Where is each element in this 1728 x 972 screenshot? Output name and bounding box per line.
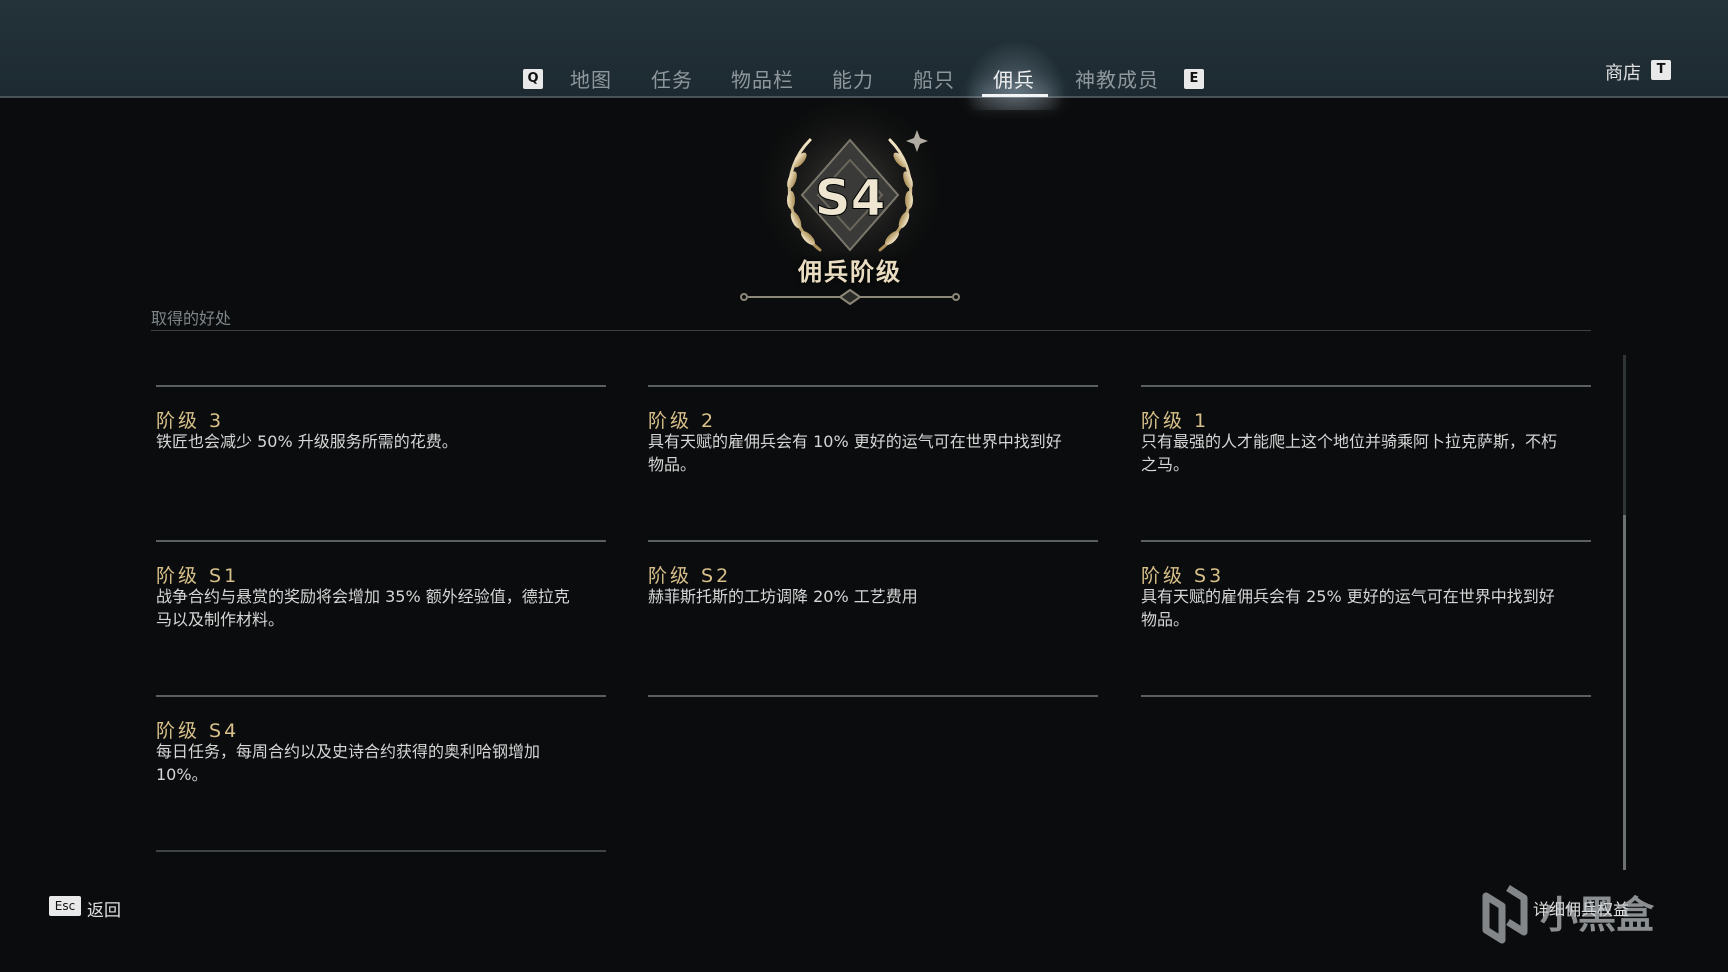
list-bottom-divider bbox=[156, 850, 606, 852]
rank-card: 阶级 3 铁匠也会减少 50% 升级服务所需的花费。 bbox=[156, 385, 606, 540]
tab-ship[interactable]: 船只 bbox=[913, 64, 955, 93]
rank-card: 阶级 1 只有最强的人才能爬上这个地位并骑乘阿卜拉克萨斯，不朽之马。 bbox=[1141, 385, 1591, 540]
rank-title: 阶级 S3 bbox=[1141, 565, 1225, 587]
card-divider bbox=[156, 540, 606, 542]
rank-description: 每日任务，每周合约以及史诗合约获得的奥利哈钢增加 10%。 bbox=[156, 742, 541, 784]
section-label: 取得的好处 bbox=[151, 309, 232, 328]
empty-card-divider bbox=[1141, 695, 1591, 699]
card-divider bbox=[1141, 540, 1591, 542]
tab-inventory[interactable]: 物品栏 bbox=[731, 64, 794, 93]
watermark-text: 小黑盒 bbox=[1540, 893, 1655, 937]
section-divider bbox=[151, 330, 1591, 331]
rank-description: 具有天赋的雇佣兵会有 10% 更好的运气可在世界中找到好物品。 bbox=[648, 432, 1062, 474]
rank-description: 铁匠也会减少 50% 升级服务所需的花费。 bbox=[156, 432, 458, 451]
rank-description: 战争合约与悬赏的奖励将会增加 35% 额外经验值，德拉克马以及制作材料。 bbox=[156, 587, 570, 629]
rank-title: 阶级 S1 bbox=[156, 565, 240, 587]
nav-tabs: 地图 任务 物品栏 能力 船只 佣兵 神教成员 bbox=[0, 64, 1728, 96]
rank-card: 阶级 2 具有天赋的雇佣兵会有 10% 更好的运气可在世界中找到好物品。 bbox=[648, 385, 1098, 540]
rank-card: 阶级 S3 具有天赋的雇佣兵会有 25% 更好的运气可在世界中找到好物品。 bbox=[1141, 540, 1591, 695]
tab-map[interactable]: 地图 bbox=[570, 64, 612, 93]
esc-key[interactable]: Esc bbox=[49, 896, 81, 916]
tab-cult[interactable]: 神教成员 bbox=[1075, 64, 1159, 93]
scrollbar-thumb[interactable] bbox=[1623, 515, 1626, 870]
rank-title: 阶级 S2 bbox=[648, 565, 732, 587]
rank-title: 阶级 S4 bbox=[156, 720, 240, 742]
card-divider bbox=[1141, 385, 1591, 387]
back-button[interactable]: 返回 bbox=[87, 896, 121, 921]
rank-title: 阶级 3 bbox=[156, 410, 225, 432]
watermark-logo: 小黑盒 bbox=[1482, 885, 1655, 944]
empty-card-divider bbox=[648, 695, 1098, 699]
rank-description: 赫菲斯托斯的工坊调降 20% 工艺费用 bbox=[648, 587, 918, 606]
card-divider bbox=[1141, 695, 1591, 697]
tab-abilities[interactable]: 能力 bbox=[832, 64, 874, 93]
rank-description: 具有天赋的雇佣兵会有 25% 更好的运气可在世界中找到好物品。 bbox=[1141, 587, 1555, 629]
tab-quests[interactable]: 任务 bbox=[651, 64, 693, 93]
shop-key[interactable]: T bbox=[1651, 60, 1671, 80]
card-divider bbox=[648, 385, 1098, 387]
rank-card: 阶级 S2 赫菲斯托斯的工坊调降 20% 工艺费用 bbox=[648, 540, 1098, 695]
rank-code-text: S4 bbox=[815, 169, 886, 227]
rank-card: 阶级 S4 每日任务，每周合约以及史诗合约获得的奥利哈钢增加 10%。 bbox=[156, 695, 606, 850]
rank-title: 佣兵阶级 bbox=[798, 258, 902, 286]
rank-title: 阶级 2 bbox=[648, 410, 717, 432]
rank-description: 只有最强的人才能爬上这个地位并骑乘阿卜拉克萨斯，不朽之马。 bbox=[1141, 432, 1558, 474]
next-tab-key[interactable]: E bbox=[1184, 69, 1204, 89]
shop-button[interactable]: 商店 bbox=[1605, 59, 1641, 85]
card-divider bbox=[156, 385, 606, 387]
tab-mercenaries[interactable]: 佣兵 bbox=[993, 64, 1035, 93]
rank-card: 阶级 S1 战争合约与悬赏的奖励将会增加 35% 额外经验值，德拉克马以及制作材… bbox=[156, 540, 606, 695]
rank-title: 阶级 1 bbox=[1141, 410, 1210, 432]
card-divider bbox=[156, 695, 606, 697]
card-divider bbox=[648, 695, 1098, 697]
card-divider bbox=[648, 540, 1098, 542]
active-tab-indicator bbox=[982, 94, 1048, 97]
